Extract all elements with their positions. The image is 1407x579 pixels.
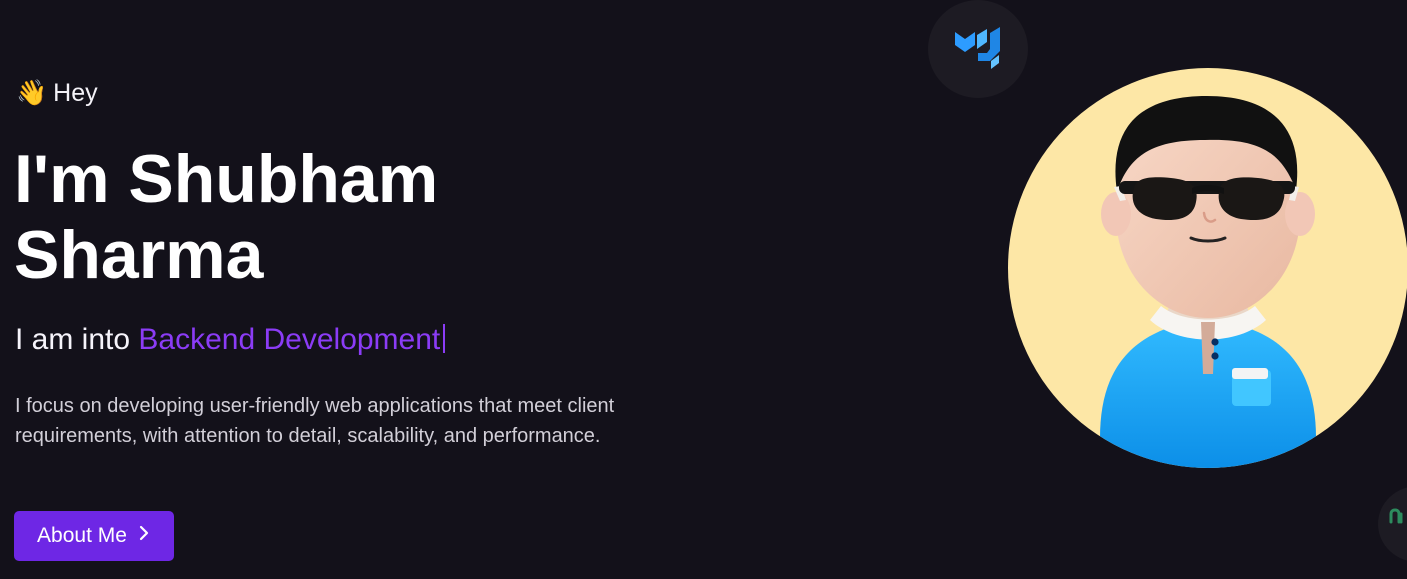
about-me-button[interactable]: About Me (14, 511, 174, 561)
profile-avatar-illustration (1100, 96, 1316, 468)
wave-icon: 👋 (16, 78, 48, 107)
greeting-text: Hey (53, 79, 98, 107)
avatar (1008, 68, 1407, 468)
role-tagline: I am into Backend Development (15, 320, 446, 360)
chevron-right-icon (137, 524, 151, 548)
role-highlight: Backend Development (138, 323, 441, 356)
name-line-1: I'm Shubham (14, 141, 439, 217)
greeting: 👋 Hey (16, 78, 98, 108)
tech-icon-bubble (1378, 486, 1407, 562)
mui-logo-bubble (928, 0, 1028, 98)
name-line-2: Sharma (14, 217, 264, 293)
typing-cursor (443, 324, 446, 353)
hero-description: I focus on developing user-friendly web … (15, 395, 615, 447)
role-prefix: I am into (15, 323, 131, 356)
about-me-label: About Me (37, 524, 127, 547)
page-title: I'm Shubham Sharma (14, 141, 634, 293)
mui-logo-icon (952, 25, 1004, 74)
portfolio-hero: 👋 Hey I'm Shubham Sharma I am into Backe… (0, 0, 1407, 579)
